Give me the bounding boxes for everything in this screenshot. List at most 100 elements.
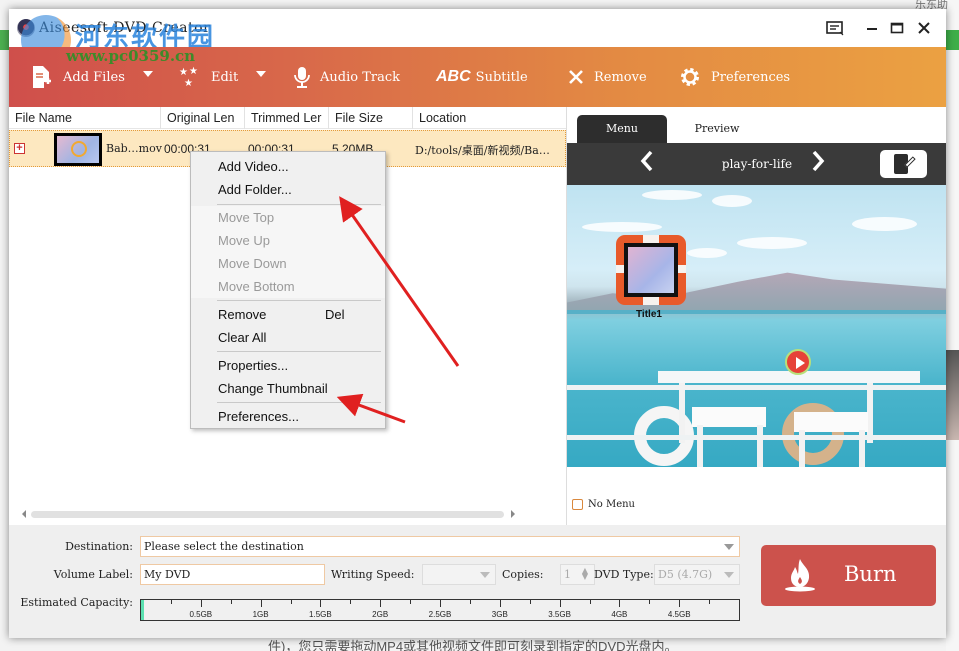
- menu-item-label: Preferences...: [218, 409, 299, 424]
- capacity-tick-label: 4.5GB: [667, 610, 691, 619]
- menu-item-change-thumbnail[interactable]: Change Thumbnail: [191, 377, 385, 400]
- menu-item-remove[interactable]: Remove Del: [191, 303, 385, 326]
- svg-text:★: ★: [184, 78, 193, 88]
- menu-item-label: Move Up: [218, 233, 271, 248]
- menu-item-add-video[interactable]: Add Video...: [191, 155, 385, 178]
- title-label: Title1: [636, 309, 662, 320]
- dvd-type-select[interactable]: D5 (4.7G): [654, 564, 740, 585]
- copies-label: Copies:: [502, 568, 544, 581]
- microphone-icon: [294, 67, 310, 88]
- minimize-button[interactable]: [861, 18, 883, 38]
- title-thumbnail-button[interactable]: [616, 235, 686, 305]
- edit-button[interactable]: ★ ★ ★ Edit: [179, 47, 238, 107]
- subtitle-button[interactable]: ABC Subtitle: [436, 47, 528, 107]
- capacity-tick-label: 2.5GB: [428, 610, 452, 619]
- menu-item-label: Add Video...: [218, 159, 289, 174]
- location-cell: D:/tools/桌面/新视频/Ba…: [415, 144, 550, 157]
- edit-dropdown-caret[interactable]: [256, 71, 266, 77]
- dvd-type-value: D5 (4.7G): [658, 568, 713, 581]
- output-settings: Destination: Please select the destinati…: [9, 525, 946, 638]
- stepper-arrows-icon[interactable]: ▲ ▼: [582, 567, 588, 581]
- column-file-size[interactable]: File Size: [329, 107, 413, 129]
- scroll-right-arrow-icon[interactable]: [511, 510, 515, 518]
- svg-text:★: ★: [189, 66, 198, 77]
- next-theme-button[interactable]: [810, 149, 826, 179]
- column-location[interactable]: Location: [413, 107, 566, 129]
- menu-separator: [217, 402, 381, 403]
- capacity-tick: [679, 600, 681, 607]
- menu-item-move-top[interactable]: Move Top: [191, 206, 385, 229]
- chevron-right-icon: [812, 150, 825, 172]
- menu-item-label: Move Down: [218, 256, 287, 271]
- capacity-tick-label: 1.5GB: [309, 610, 332, 619]
- file-list-header: File Name Original Len Trimmed Ler File …: [9, 107, 566, 129]
- menu-item-move-bottom[interactable]: Move Bottom: [191, 275, 385, 298]
- writing-speed-select[interactable]: [422, 564, 496, 585]
- menu-item-clear-all[interactable]: Clear All: [191, 326, 385, 349]
- volume-label-input[interactable]: My DVD: [140, 564, 325, 585]
- scrollbar-thumb[interactable]: [31, 511, 504, 518]
- capacity-tick-label: 1GB: [252, 610, 269, 619]
- copies-stepper[interactable]: 1 ▲ ▼: [560, 564, 595, 585]
- checkbox-box[interactable]: [572, 499, 583, 510]
- feedback-button[interactable]: [824, 18, 846, 38]
- chevron-left-icon: [640, 150, 653, 172]
- play-menu-button[interactable]: [785, 349, 811, 375]
- horizontal-scrollbar[interactable]: [9, 505, 566, 523]
- menu-item-label: Properties...: [218, 358, 289, 373]
- capacity-tick: [709, 600, 711, 604]
- tab-preview[interactable]: Preview: [667, 115, 767, 143]
- no-menu-checkbox[interactable]: No Menu: [572, 499, 635, 510]
- capacity-fill: [141, 600, 144, 620]
- destination-label: Destination:: [65, 540, 133, 553]
- menu-item-move-down[interactable]: Move Down: [191, 252, 385, 275]
- close-icon: [918, 22, 930, 34]
- chevron-down-icon: [480, 572, 490, 578]
- menu-item-label: Remove: [218, 307, 267, 322]
- capacity-tick: [529, 600, 531, 604]
- expand-plus-icon[interactable]: +: [14, 143, 25, 154]
- scroll-left-arrow-icon[interactable]: [22, 510, 26, 518]
- maximize-button[interactable]: [886, 18, 908, 38]
- volume-label-label: Volume Label:: [53, 568, 133, 581]
- capacity-tick: [200, 600, 202, 607]
- audio-track-button[interactable]: Audio Track: [294, 47, 400, 107]
- capacity-tick: [440, 600, 441, 607]
- remove-x-icon: [569, 70, 583, 84]
- remove-button[interactable]: Remove: [568, 47, 647, 107]
- background-article-text: 件)，您只需要拖动MP4或其他视频文件即可刻录到指定的DVD光盘内。: [268, 639, 678, 651]
- subtitle-label: Subtitle: [475, 69, 528, 85]
- capacity-tick-label: 4GB: [611, 610, 628, 619]
- capacity-tick-label: 0.5GB: [189, 610, 213, 619]
- add-files-button[interactable]: Add Files: [31, 47, 125, 107]
- background-page-edge: [946, 0, 959, 651]
- menu-item-label: Move Top: [218, 210, 275, 225]
- menu-item-properties[interactable]: Properties...: [191, 354, 385, 377]
- tab-menu[interactable]: Menu: [577, 115, 667, 143]
- minimize-icon: [867, 28, 877, 30]
- previous-theme-button[interactable]: [639, 149, 655, 179]
- preferences-button[interactable]: Preferences: [679, 47, 790, 107]
- edit-menu-button[interactable]: [880, 150, 927, 178]
- menu-item-label: Move Bottom: [218, 279, 295, 294]
- menu-preview-canvas: Title1: [567, 185, 946, 467]
- chevron-down-icon: [724, 544, 734, 550]
- column-trimmed-length[interactable]: Trimmed Ler: [245, 107, 329, 129]
- add-files-dropdown-caret[interactable]: [143, 71, 153, 77]
- capacity-tick-label: 3.5GB: [548, 610, 571, 619]
- menu-item-preferences[interactable]: Preferences...: [191, 405, 385, 428]
- column-file-name[interactable]: File Name: [9, 107, 161, 129]
- svg-text:★: ★: [179, 67, 188, 78]
- menu-item-add-folder[interactable]: Add Folder...: [191, 178, 385, 201]
- menu-separator: [217, 300, 381, 301]
- column-original-length[interactable]: Original Len: [161, 107, 245, 129]
- capacity-tick-label: 2GB: [372, 610, 389, 619]
- destination-select[interactable]: Please select the destination: [140, 536, 740, 557]
- capacity-tick: [499, 600, 501, 607]
- capacity-tick: [589, 600, 591, 604]
- menu-item-move-up[interactable]: Move Up: [191, 229, 385, 252]
- burn-button[interactable]: Burn: [761, 545, 936, 606]
- capacity-tick: [469, 600, 471, 604]
- close-button[interactable]: [913, 18, 935, 38]
- capacity-tick: [619, 600, 621, 607]
